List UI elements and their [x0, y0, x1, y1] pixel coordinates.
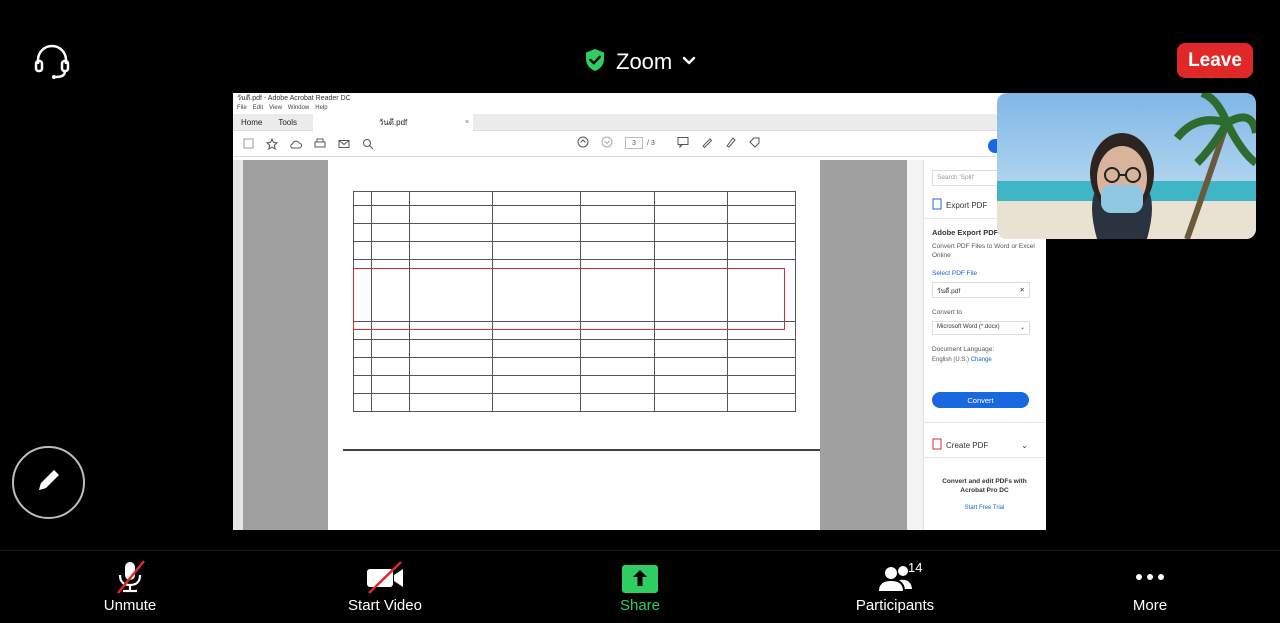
shared-screen: วันดี.pdf - Adobe Acrobat Reader DC File…	[233, 93, 1046, 530]
comment-icon[interactable]	[677, 136, 689, 150]
page-up-icon[interactable]	[577, 136, 589, 150]
tab-tools[interactable]: Tools	[270, 118, 305, 127]
more-button[interactable]: More	[1080, 559, 1220, 614]
menu-file[interactable]: File	[237, 105, 247, 114]
export-pdf-icon	[932, 198, 942, 212]
free-trial-link[interactable]: Start Free Trial	[932, 505, 1037, 511]
meeting-title-button[interactable]: Zoom	[584, 48, 696, 76]
share-button[interactable]: Share	[570, 559, 710, 614]
more-dots-icon	[1125, 559, 1175, 595]
unmute-button[interactable]: Unmute	[60, 559, 200, 614]
muted-mic-icon	[105, 559, 155, 595]
export-heading: Adobe Export PDF	[932, 228, 999, 237]
participants-icon: 14	[870, 559, 923, 595]
tab-home[interactable]: Home	[233, 118, 270, 127]
upload-cloud-icon[interactable]	[289, 137, 303, 151]
zoom-search-icon[interactable]	[361, 137, 375, 151]
create-pdf-icon	[932, 438, 942, 452]
select-pdf-link[interactable]: Select PDF File	[932, 270, 977, 277]
draw-icon[interactable]	[725, 136, 737, 150]
meeting-top-bar: Zoom Leave	[0, 0, 1280, 88]
divider	[924, 457, 1046, 458]
menu-window[interactable]: Window	[288, 105, 309, 114]
document-view[interactable]	[233, 160, 919, 530]
acrobat-toolbar: 3 / 3	[233, 131, 1046, 157]
leave-button[interactable]: Leave	[1177, 43, 1253, 78]
pro-promo-text: Convert and edit PDFs with Acrobat Pro D…	[942, 478, 1027, 494]
meeting-title: Zoom	[616, 49, 673, 74]
change-language-link[interactable]: Change	[971, 357, 992, 363]
selected-file-field[interactable]: วันดี.pdf ✕	[932, 282, 1030, 298]
participants-button[interactable]: 14 Participants	[825, 559, 965, 614]
share-arrow-icon	[615, 559, 665, 595]
divider	[924, 422, 1046, 423]
video-off-icon	[360, 559, 410, 595]
left-panel-collapse[interactable]	[233, 160, 243, 530]
language-value: English (U.S.) Change	[932, 357, 992, 363]
convert-button[interactable]: Convert	[932, 392, 1029, 408]
page-down-icon[interactable]	[601, 136, 613, 150]
chevron-down-icon: ⌄	[1019, 325, 1025, 331]
chevron-down-icon: ⌄	[1021, 440, 1028, 450]
table-rule	[343, 449, 820, 451]
annotate-button[interactable]	[12, 446, 85, 519]
shield-check-icon	[584, 48, 606, 77]
highlight-box	[353, 268, 785, 330]
participant-video[interactable]	[997, 93, 1256, 239]
print-icon[interactable]	[313, 137, 327, 151]
acrobat-window-title: วันดี.pdf - Adobe Acrobat Reader DC	[233, 93, 1046, 105]
pencil-icon	[34, 465, 64, 500]
highlight-pen-icon[interactable]	[701, 136, 713, 150]
export-pdf-item[interactable]: Export PDF	[932, 198, 987, 212]
pdf-page	[328, 160, 915, 530]
page-indicator: 3 / 3	[577, 136, 761, 150]
page-total: / 3	[647, 139, 655, 147]
format-select[interactable]: Microsoft Word (*.docx) ⌄	[932, 321, 1030, 335]
doc-language-label: Document Language:	[932, 346, 995, 353]
headset-icon[interactable]	[32, 42, 72, 82]
right-panel-collapse[interactable]	[907, 160, 923, 530]
acrobat-tabs: Home Tools วันดี.pdf ×	[233, 113, 1046, 131]
menu-edit[interactable]: Edit	[253, 105, 263, 114]
sign-tag-icon[interactable]	[749, 136, 761, 150]
chevron-down-icon	[682, 53, 696, 71]
menu-view[interactable]: View	[269, 105, 282, 114]
meeting-controls: Unmute Start Video Share 14 Participants…	[0, 550, 1280, 623]
export-description: Convert PDF Files to Word or Excel Onlin…	[932, 243, 1035, 259]
create-pdf-item[interactable]: Create PDF ⌄	[932, 438, 1028, 452]
star-icon[interactable]	[265, 137, 279, 151]
participants-count: 14	[908, 560, 923, 575]
save-icon[interactable]	[241, 137, 255, 151]
tab-document[interactable]: วันดี.pdf ×	[313, 113, 474, 131]
convert-to-label: Convert to	[932, 309, 962, 316]
mail-icon[interactable]	[337, 137, 351, 151]
close-tab-icon[interactable]: ×	[465, 119, 469, 126]
remove-file-icon[interactable]: ✕	[1020, 286, 1025, 294]
start-video-button[interactable]: Start Video	[315, 559, 455, 614]
page-number-input[interactable]: 3	[625, 137, 643, 149]
